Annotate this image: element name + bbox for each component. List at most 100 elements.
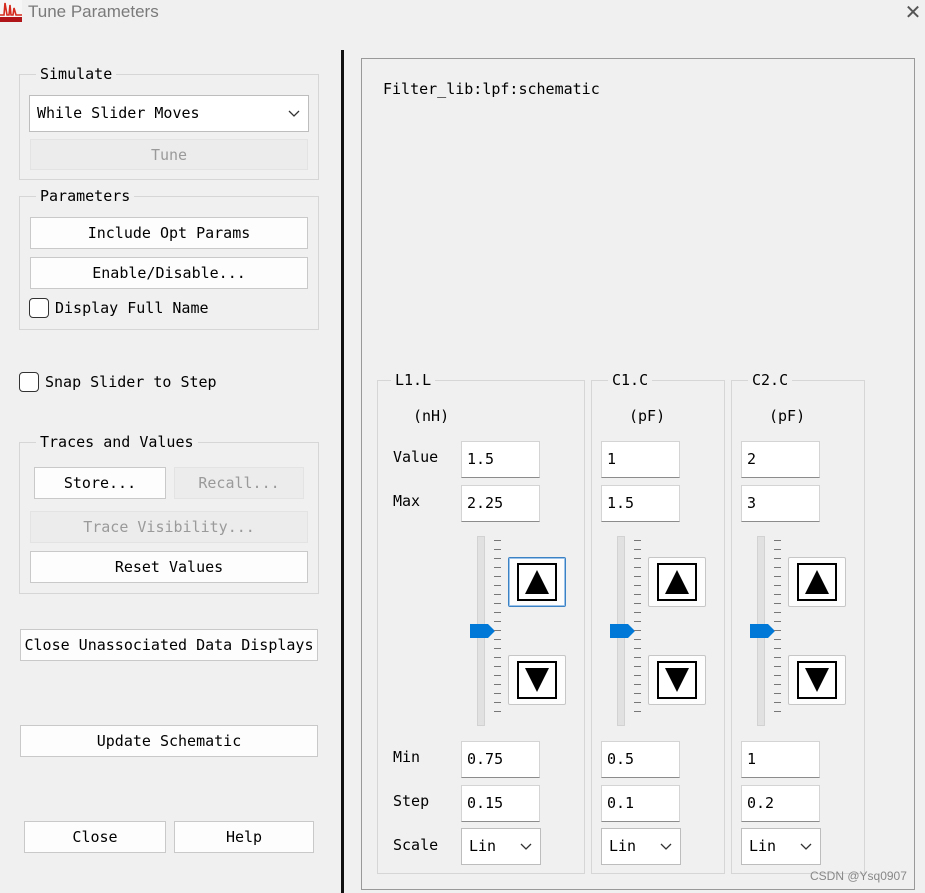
chevron-down-icon	[288, 110, 300, 117]
step-field[interactable]: 0.15	[461, 785, 540, 822]
slider-tick	[494, 702, 501, 703]
parameters-group-label: Parameters	[36, 187, 135, 205]
trace-visibility-button[interactable]: Trace Visibility...	[30, 511, 308, 543]
increment-button[interactable]	[508, 557, 566, 607]
slider-tick	[494, 558, 501, 559]
slider-tick	[634, 657, 641, 658]
step-field[interactable]: 0.1	[601, 785, 680, 822]
slider-tick	[494, 684, 501, 685]
slider-tick	[634, 675, 641, 676]
window-title: Tune Parameters	[28, 2, 159, 21]
reset-values-button[interactable]: Reset Values	[30, 551, 308, 583]
slider-tick	[634, 567, 641, 568]
slider-thumb[interactable]	[470, 624, 496, 638]
max-field[interactable]: 1.5	[601, 485, 680, 522]
decrement-button[interactable]	[788, 655, 846, 705]
scale-select[interactable]: Lin	[601, 828, 681, 865]
slider-tick	[494, 657, 501, 658]
slider-tick	[494, 621, 501, 622]
slider-tick	[494, 576, 501, 577]
min-field[interactable]: 0.5	[601, 741, 680, 778]
scale-select[interactable]: Lin	[461, 828, 541, 865]
slider-tick	[634, 576, 641, 577]
slider-tick	[634, 603, 641, 604]
slider-tick	[494, 648, 501, 649]
value-field[interactable]: 1.5	[461, 441, 540, 478]
enable-disable-button[interactable]: Enable/Disable...	[30, 257, 308, 289]
slider-thumb[interactable]	[750, 624, 776, 638]
slider-tick	[774, 594, 781, 595]
slider-tick	[634, 621, 641, 622]
close-icon[interactable]: ✕	[901, 0, 925, 24]
slider-tick	[774, 621, 781, 622]
display-full-name-checkbox[interactable]	[29, 298, 49, 318]
panel-divider	[341, 50, 344, 893]
snap-slider-label: Snap Slider to Step	[45, 373, 217, 391]
increment-button[interactable]	[648, 557, 706, 607]
slider-tick	[774, 684, 781, 685]
help-button[interactable]: Help	[174, 821, 314, 853]
close-unassociated-displays-button[interactable]: Close Unassociated Data Displays	[20, 629, 318, 661]
scale-value: Lin	[469, 837, 497, 855]
decrement-button[interactable]	[648, 655, 706, 705]
slider-tick	[494, 540, 501, 541]
step-field[interactable]: 0.2	[741, 785, 820, 822]
slider-tick	[634, 684, 641, 685]
snap-slider-checkbox[interactable]	[19, 372, 39, 392]
slider-tick	[634, 711, 641, 712]
max-field[interactable]: 3	[741, 485, 820, 522]
tuner-name: C2.C	[748, 371, 793, 389]
slider-tick	[494, 594, 501, 595]
simulate-group-label: Simulate	[36, 65, 117, 83]
increment-button[interactable]	[788, 557, 846, 607]
slider-tick	[774, 558, 781, 559]
slider-tick	[494, 639, 501, 640]
simulate-mode-value: While Slider Moves	[37, 104, 200, 122]
value-field[interactable]: 1	[601, 441, 680, 478]
slider-tick	[774, 693, 781, 694]
slider-tick	[494, 711, 501, 712]
slider-tick	[634, 648, 641, 649]
scale-select[interactable]: Lin	[741, 828, 821, 865]
simulate-mode-select[interactable]: While Slider Moves	[29, 95, 309, 132]
include-opt-params-button[interactable]: Include Opt Params	[30, 217, 308, 249]
slider-tick	[634, 612, 641, 613]
min-field[interactable]: 1	[741, 741, 820, 778]
display-full-name-label: Display Full Name	[55, 299, 209, 317]
tuner-unit: (pF)	[629, 407, 666, 425]
min-field[interactable]: 0.75	[461, 741, 540, 778]
slider-tick	[774, 576, 781, 577]
value-field[interactable]: 2	[741, 441, 820, 478]
app-logo-icon	[0, 0, 22, 22]
slider-tick	[494, 612, 501, 613]
slider-tick	[774, 666, 781, 667]
slider-tick	[774, 549, 781, 550]
slider-tick	[494, 675, 501, 676]
slider-tick	[494, 549, 501, 550]
tune-button[interactable]: Tune	[30, 139, 308, 170]
slider-tick	[774, 567, 781, 568]
tuner-name: L1.L	[391, 371, 436, 389]
slider-tick	[494, 693, 501, 694]
slider-thumb[interactable]	[610, 624, 636, 638]
update-schematic-button[interactable]: Update Schematic	[20, 725, 318, 757]
close-button[interactable]: Close	[24, 821, 166, 853]
slider-tick	[634, 540, 641, 541]
max-field[interactable]: 2.25	[461, 485, 540, 522]
slider-tick	[494, 630, 501, 631]
arrow-down-icon	[805, 668, 829, 692]
slider-tick	[494, 567, 501, 568]
recall-button[interactable]: Recall...	[174, 467, 304, 499]
slider-tick	[774, 711, 781, 712]
schematic-name: Filter_lib:lpf:schematic	[383, 80, 600, 98]
chevron-down-icon	[520, 843, 532, 850]
slider-tick	[634, 594, 641, 595]
slider-tick	[774, 585, 781, 586]
store-button[interactable]: Store...	[34, 467, 166, 499]
slider-tick	[774, 648, 781, 649]
slider-tick	[494, 585, 501, 586]
slider-tick	[634, 585, 641, 586]
slider-tick	[774, 657, 781, 658]
decrement-button[interactable]	[508, 655, 566, 705]
traces-group-label: Traces and Values	[36, 433, 198, 451]
